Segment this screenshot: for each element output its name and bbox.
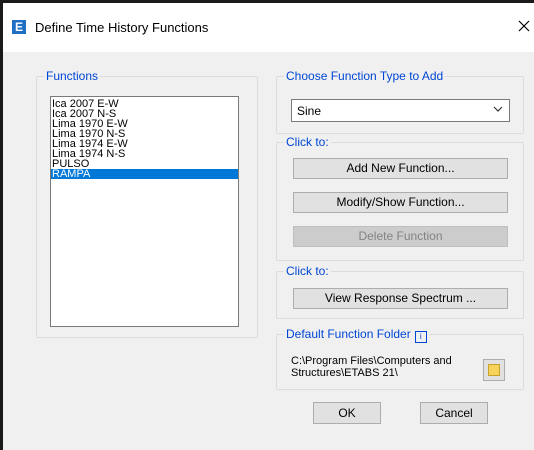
list-item-selected[interactable]: RAMPA [51, 169, 238, 180]
choose-function-type-group: Choose Function Type to Add Sine [276, 69, 524, 134]
default-folder-label: Default Function Folder i [284, 327, 429, 343]
default-folder-path: C:\Program Files\Computers and Structure… [291, 355, 471, 379]
functions-listbox[interactable]: Ica 2007 E-W Ica 2007 N-S Lima 1970 E-W … [50, 96, 239, 327]
view-response-spectrum-button[interactable]: View Response Spectrum ... [293, 288, 508, 309]
close-button[interactable] [518, 15, 534, 37]
window-title: Define Time History Functions [35, 20, 209, 35]
ok-button[interactable]: OK [313, 402, 381, 424]
functions-group: Functions Ica 2007 E-W Ica 2007 N-S Lima… [36, 69, 258, 338]
etabs-app-icon: E [12, 20, 26, 34]
delete-function-button[interactable]: Delete Function [293, 226, 508, 247]
dialog-body: Functions Ica 2007 E-W Ica 2007 N-S Lima… [3, 52, 534, 450]
function-type-dropdown[interactable]: Sine [291, 99, 510, 122]
function-actions-group: Click to: Add New Function... Modify/Sho… [276, 135, 524, 261]
info-icon[interactable]: i [414, 331, 427, 343]
close-icon [518, 20, 530, 32]
cancel-button[interactable]: Cancel [420, 402, 488, 424]
folder-path-line-1: C:\Program Files\Computers and [291, 355, 452, 367]
response-spectrum-label: Click to: [284, 264, 331, 278]
browse-folder-button[interactable] [483, 359, 505, 381]
functions-group-label: Functions [44, 69, 101, 83]
chevron-down-icon [493, 106, 503, 112]
response-spectrum-group: Click to: View Response Spectrum ... [276, 264, 524, 319]
title-bar[interactable]: E Define Time History Functions [3, 3, 534, 52]
modify-show-function-button[interactable]: Modify/Show Function... [293, 192, 508, 213]
add-new-function-button[interactable]: Add New Function... [293, 158, 508, 179]
dialog-window: E Define Time History Functions Function… [0, 0, 534, 450]
choose-function-type-label: Choose Function Type to Add [284, 69, 446, 83]
default-folder-label-text: Default Function Folder [286, 327, 411, 341]
function-type-value: Sine [297, 104, 322, 118]
folder-path-line-2: Structures\ETABS 21\ [291, 367, 398, 379]
default-folder-group: Default Function Folder i C:\Program File… [276, 327, 524, 390]
folder-icon [488, 364, 500, 376]
function-actions-label: Click to: [284, 135, 331, 149]
